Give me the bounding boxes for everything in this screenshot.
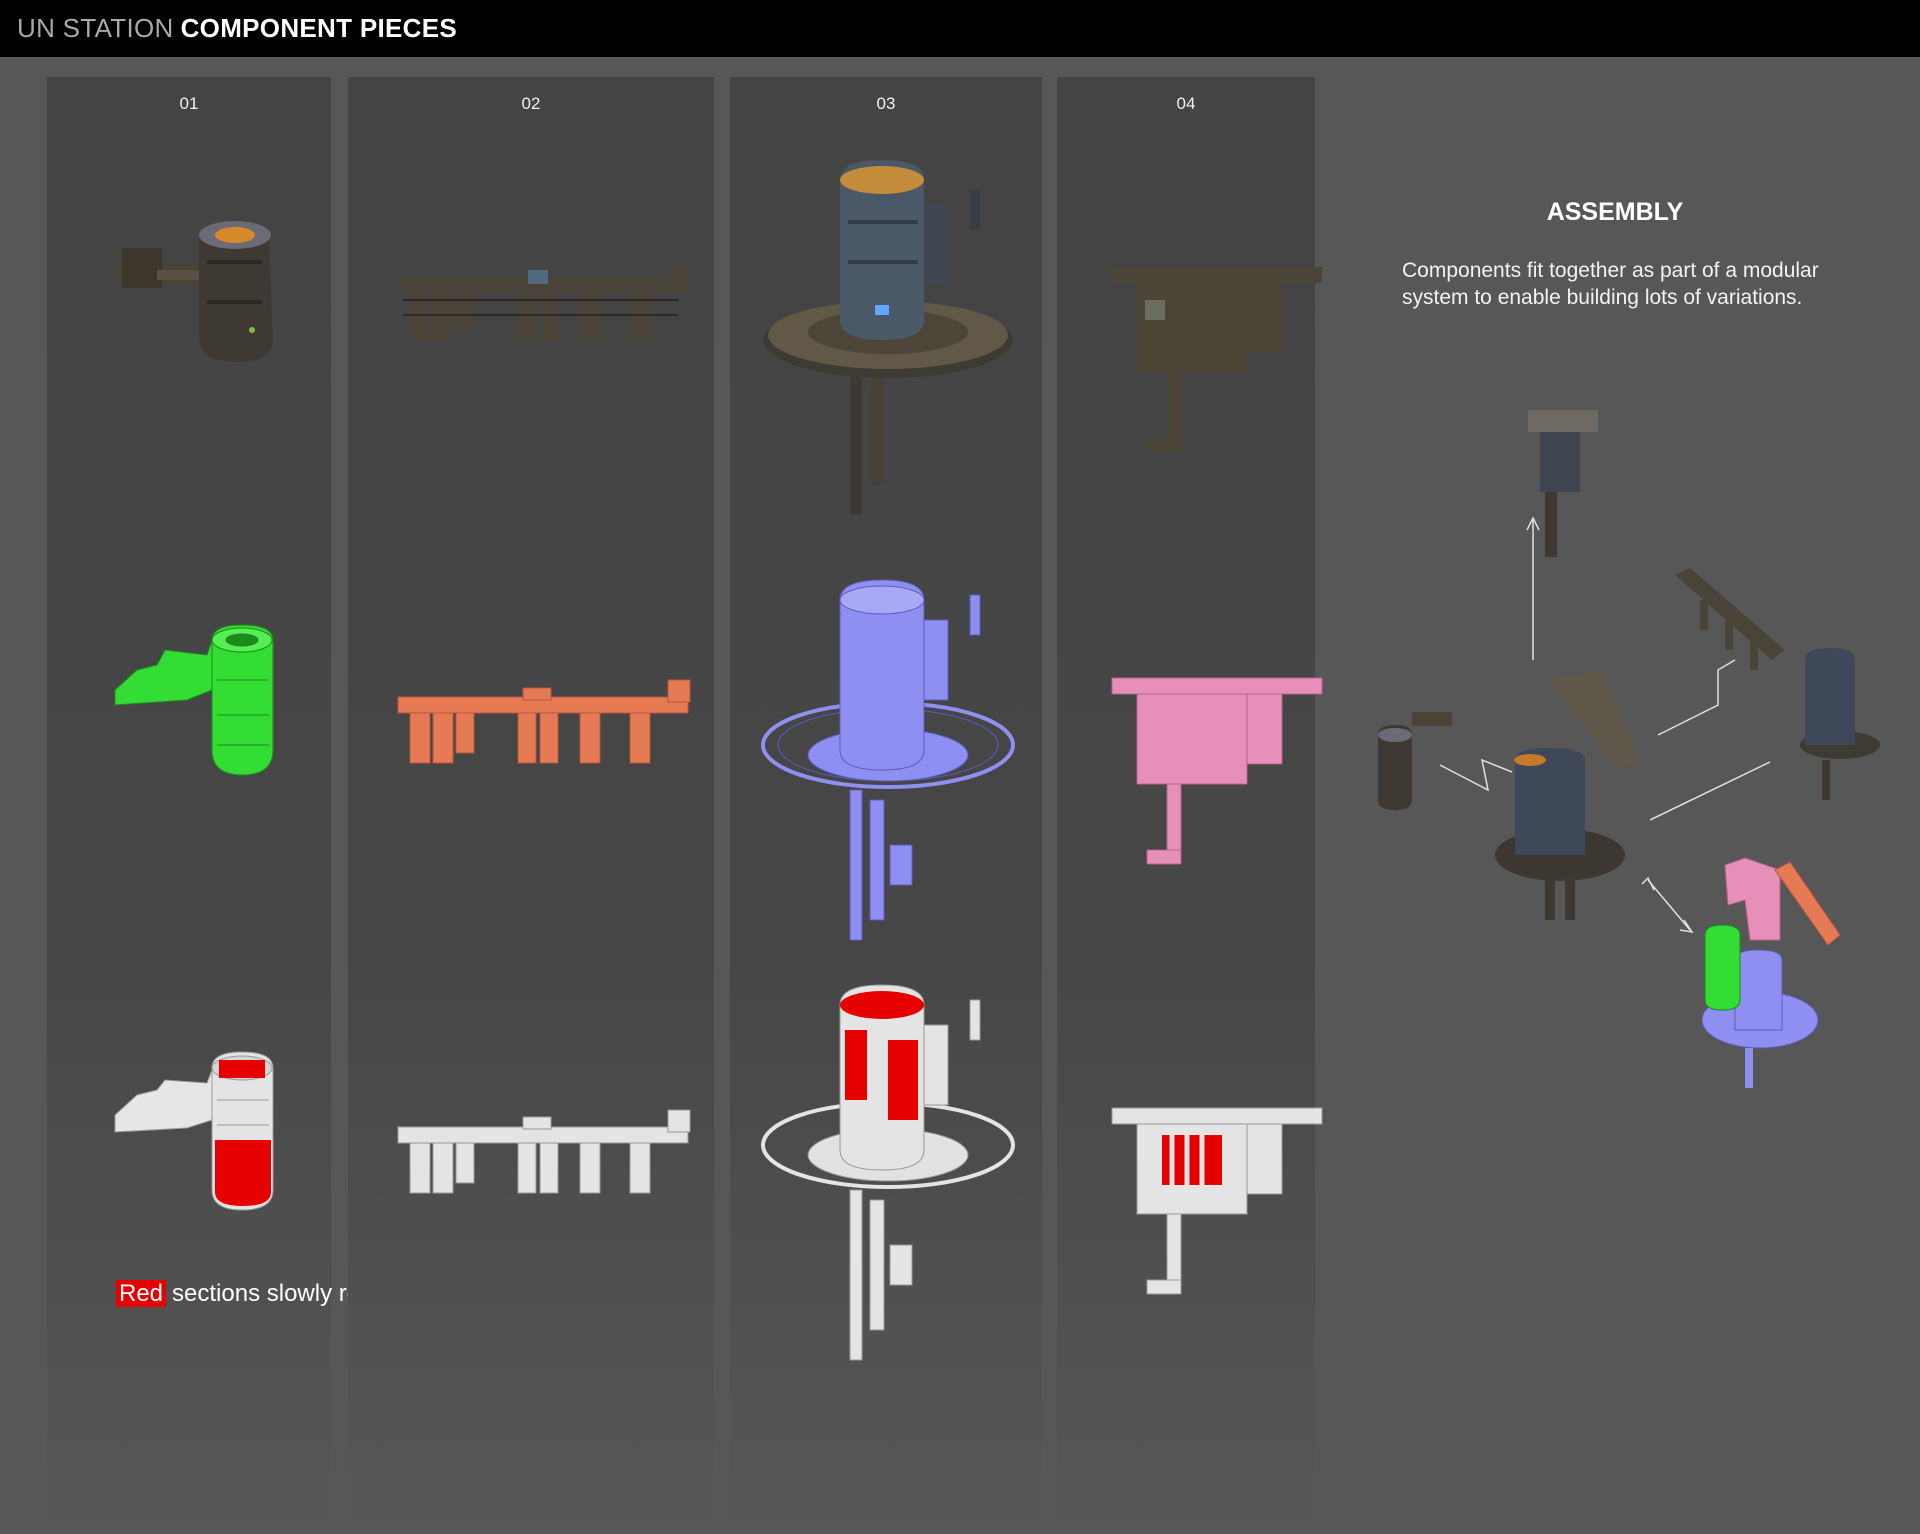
assembly-piece-04-exploded: [1528, 410, 1598, 557]
arrow-right: [1649, 761, 1771, 821]
assembly-piece-02-exploded: [1675, 568, 1785, 670]
assembly-piece-01-exploded: [1378, 712, 1452, 810]
arrow-left: [1439, 758, 1513, 792]
assembly-center-textured: [1495, 670, 1640, 920]
assembly-colored: [1701, 857, 1841, 1088]
arrow-diagonal: [1647, 879, 1691, 931]
assembly-piece-03-exploded: [1800, 648, 1880, 800]
arrow-upper-right: [1657, 659, 1736, 736]
assembly-diagram: [1378, 410, 1880, 1088]
